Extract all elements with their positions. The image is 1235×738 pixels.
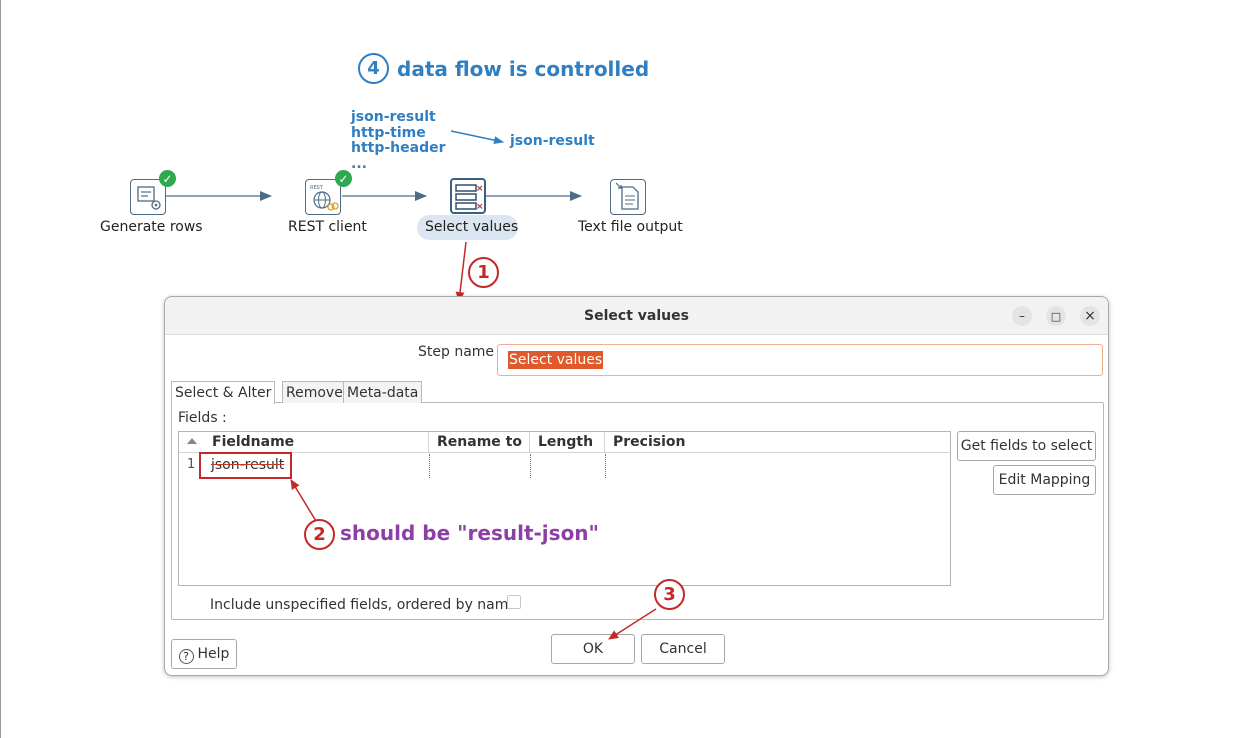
step-label: Select values xyxy=(425,219,519,235)
text-file-output-icon xyxy=(615,182,639,210)
annotation-number-2: 2 xyxy=(304,519,335,550)
edit-mapping-button[interactable]: Edit Mapping xyxy=(993,465,1096,495)
step-text-file-output[interactable] xyxy=(610,179,646,215)
step-name-label: Step name xyxy=(418,344,495,360)
tab-remove[interactable]: Remove xyxy=(282,381,347,403)
input-field: http-time xyxy=(351,124,426,141)
step-label: Generate rows xyxy=(100,219,203,235)
step-name-value: Select values xyxy=(508,351,604,369)
tab-select-alter[interactable]: Select & Alter xyxy=(171,381,276,404)
cell-separator xyxy=(530,454,531,478)
svg-text:×: × xyxy=(476,184,484,194)
svg-text:×: × xyxy=(476,202,484,212)
window-left-border xyxy=(0,0,1,738)
tab-meta-data[interactable]: Meta-data xyxy=(343,381,423,403)
help-icon: ? xyxy=(178,649,194,664)
input-field: http-header xyxy=(351,140,446,156)
annotation-arrow-1 xyxy=(455,241,467,302)
column-header-fieldname[interactable]: Fieldname xyxy=(204,432,429,453)
status-ok-icon: ✓ xyxy=(335,170,352,187)
dialog-title: Select values xyxy=(165,297,1108,335)
step-select-values[interactable]: × × xyxy=(450,178,486,214)
input-field: json-result xyxy=(351,109,436,125)
svg-text:REST: REST xyxy=(310,185,324,191)
column-header-length[interactable]: Length xyxy=(530,432,605,453)
step-rest-client[interactable]: REST xyxy=(305,179,341,215)
input-field-list: json-result http-time http-header ... xyxy=(351,109,446,172)
cell-separator xyxy=(429,454,430,478)
sort-ascending-icon[interactable] xyxy=(187,438,197,444)
maximize-button[interactable]: □ xyxy=(1046,306,1066,326)
cancel-button[interactable]: Cancel xyxy=(641,634,725,664)
cell-separator xyxy=(605,454,606,478)
rest-client-icon: REST xyxy=(310,185,339,211)
annotation-title: 4 data flow is controlled xyxy=(358,53,649,84)
fields-label: Fields : xyxy=(178,410,227,426)
close-button[interactable]: × xyxy=(1080,306,1100,326)
annotation-number-3: 3 xyxy=(654,579,685,610)
include-unspecified-checkbox[interactable] xyxy=(507,595,521,609)
minimize-button[interactable]: – xyxy=(1012,306,1032,326)
step-label: Text file output xyxy=(578,219,683,235)
output-field: json-result xyxy=(510,133,595,149)
get-fields-button[interactable]: Get fields to select xyxy=(957,431,1096,461)
annotation-number-4: 4 xyxy=(358,53,389,84)
select-values-dialog: Select values – □ × Step name Select val… xyxy=(164,296,1109,676)
column-header-precision[interactable]: Precision xyxy=(605,432,951,453)
mapping-arrow xyxy=(450,130,504,145)
column-header-rename-to[interactable]: Rename to xyxy=(429,432,530,453)
fieldname-highlight-box xyxy=(199,452,292,479)
step-name-input[interactable]: Select values xyxy=(497,344,1103,376)
status-ok-icon: ✓ xyxy=(159,170,176,187)
help-label: Help xyxy=(197,646,230,662)
annotation-title-text: data flow is controlled xyxy=(397,56,650,81)
help-button[interactable]: ? Help xyxy=(171,639,237,669)
step-label: REST client xyxy=(288,219,367,235)
include-unspecified-label: Include unspecified fields, ordered by n… xyxy=(210,597,518,613)
input-field-ellipsis: ... xyxy=(351,155,367,172)
annotation-number-1: 1 xyxy=(468,257,499,288)
table-header: Fieldname Rename to Length Precision xyxy=(179,432,950,453)
select-values-icon: × × xyxy=(455,184,484,212)
annotation-note: should be "result-json" xyxy=(340,521,599,545)
ok-button[interactable]: OK xyxy=(551,634,635,664)
row-number: 1 xyxy=(187,457,196,472)
fields-table[interactable]: Fieldname Rename to Length Precision 1 j… xyxy=(178,431,951,586)
